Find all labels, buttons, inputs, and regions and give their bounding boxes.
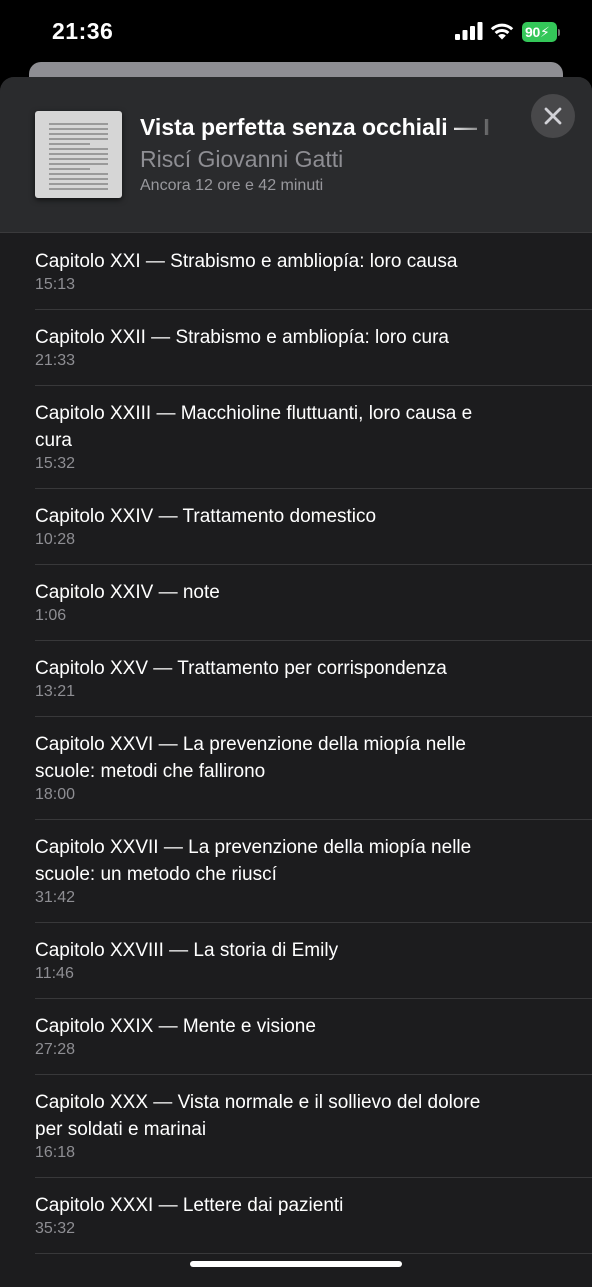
charging-bolt-icon: ⚡ <box>539 24 550 40</box>
chapter-title: Capitolo XXVI — La prevenzione della mio… <box>35 734 466 782</box>
chapter-duration: 35:32 <box>35 1220 76 1237</box>
chapter-row[interactable]: Capitolo XXVIII — La storia di Emily 11:4… <box>35 923 592 999</box>
chapter-title: Capitolo XXXI — Lettere dai pazienti <box>35 1195 344 1216</box>
chapter-duration: 18:00 <box>35 786 76 803</box>
chapter-row[interactable]: Capitolo XXII — Strabismo e ambliopía: l… <box>35 310 592 386</box>
chapter-duration: 13:21 <box>35 683 76 700</box>
chapter-row[interactable]: Capitolo XXIX — Mente e visione 27:28 <box>35 999 592 1075</box>
chapter-duration: 15:13 <box>35 276 76 293</box>
close-button[interactable] <box>531 94 575 138</box>
xmark-icon <box>544 107 562 125</box>
chapter-duration: 27:28 <box>35 1041 76 1058</box>
chapter-title: Capitolo XXI — Strabismo e ambliopía: lo… <box>35 251 458 272</box>
wifi-icon <box>489 21 515 45</box>
chapter-title: Capitolo XXII — Strabismo e ambliopía: l… <box>35 327 449 348</box>
chapter-row[interactable]: Capitolo XXIV — note 1:06 <box>35 565 592 641</box>
time-remaining: Ancora 12 ore e 42 minuti <box>140 177 324 194</box>
chapter-row[interactable]: Capitolo XXVII — La prevenzione della mi… <box>35 820 592 923</box>
chapter-title: Capitolo XXVII — La prevenzione della mi… <box>35 837 472 885</box>
chapter-title: Capitolo XXIII — Macchioline fluttuanti,… <box>35 403 473 451</box>
chapter-row[interactable]: Capitolo XXVI — La prevenzione della mio… <box>35 717 592 820</box>
chapter-duration: 21:33 <box>35 352 76 369</box>
book-cover <box>35 111 122 198</box>
chapter-duration: 10:28 <box>35 531 76 548</box>
book-title: Vista perfetta senza occhiali — I <box>140 114 490 140</box>
cellular-signal-icon <box>455 22 483 45</box>
chapter-title: Capitolo XXIV — Trattamento domestico <box>35 506 377 527</box>
chapter-duration: 15:32 <box>35 455 76 472</box>
status-bar: 21:36 90⚡ <box>0 0 592 64</box>
chapter-row[interactable]: Capitolo XXXI — Lettere dai pazienti 35:3… <box>35 1178 592 1254</box>
chapter-row[interactable]: Capitolo XXIII — Macchioline fluttuanti,… <box>35 386 592 489</box>
chapter-title: Capitolo XXX — Vista normale e il sollie… <box>35 1092 481 1140</box>
chapter-duration: 1:06 <box>35 607 67 624</box>
home-indicator[interactable] <box>190 1261 402 1267</box>
chapter-duration: 31:42 <box>35 889 76 906</box>
book-author: Riscí Giovanni Gatti <box>140 146 344 172</box>
status-time: 21:36 <box>52 18 114 44</box>
battery-icon: 90⚡ <box>522 22 560 42</box>
chapter-title: Capitolo XXIX — Mente e visione <box>35 1016 316 1037</box>
chapter-title: Capitolo XXIV — note <box>35 582 220 603</box>
chapter-duration: 16:18 <box>35 1144 76 1161</box>
chapters-sheet: Vista perfetta senza occhiali — I Riscí … <box>0 77 592 1287</box>
chapter-row[interactable]: Capitolo XXI — Strabismo e ambliopía: lo… <box>35 234 592 310</box>
chapter-row[interactable]: Capitolo XXV — Trattamento per corrispon… <box>35 641 592 717</box>
battery-level: 90⚡ <box>522 22 557 42</box>
chapter-row[interactable]: Capitolo XXIV — Trattamento domestico 10:… <box>35 489 592 565</box>
chapter-duration: 11:46 <box>35 965 74 982</box>
chapter-list: Capitolo XXI — Strabismo e ambliopía: lo… <box>0 234 592 1254</box>
sheet-header: Vista perfetta senza occhiali — I Riscí … <box>0 77 592 233</box>
chapter-title: Capitolo XXVIII — La storia di Emily <box>35 940 339 961</box>
chapter-title: Capitolo XXV — Trattamento per corrispon… <box>35 658 447 679</box>
chapter-row[interactable]: Capitolo XXX — Vista normale e il sollie… <box>35 1075 592 1178</box>
